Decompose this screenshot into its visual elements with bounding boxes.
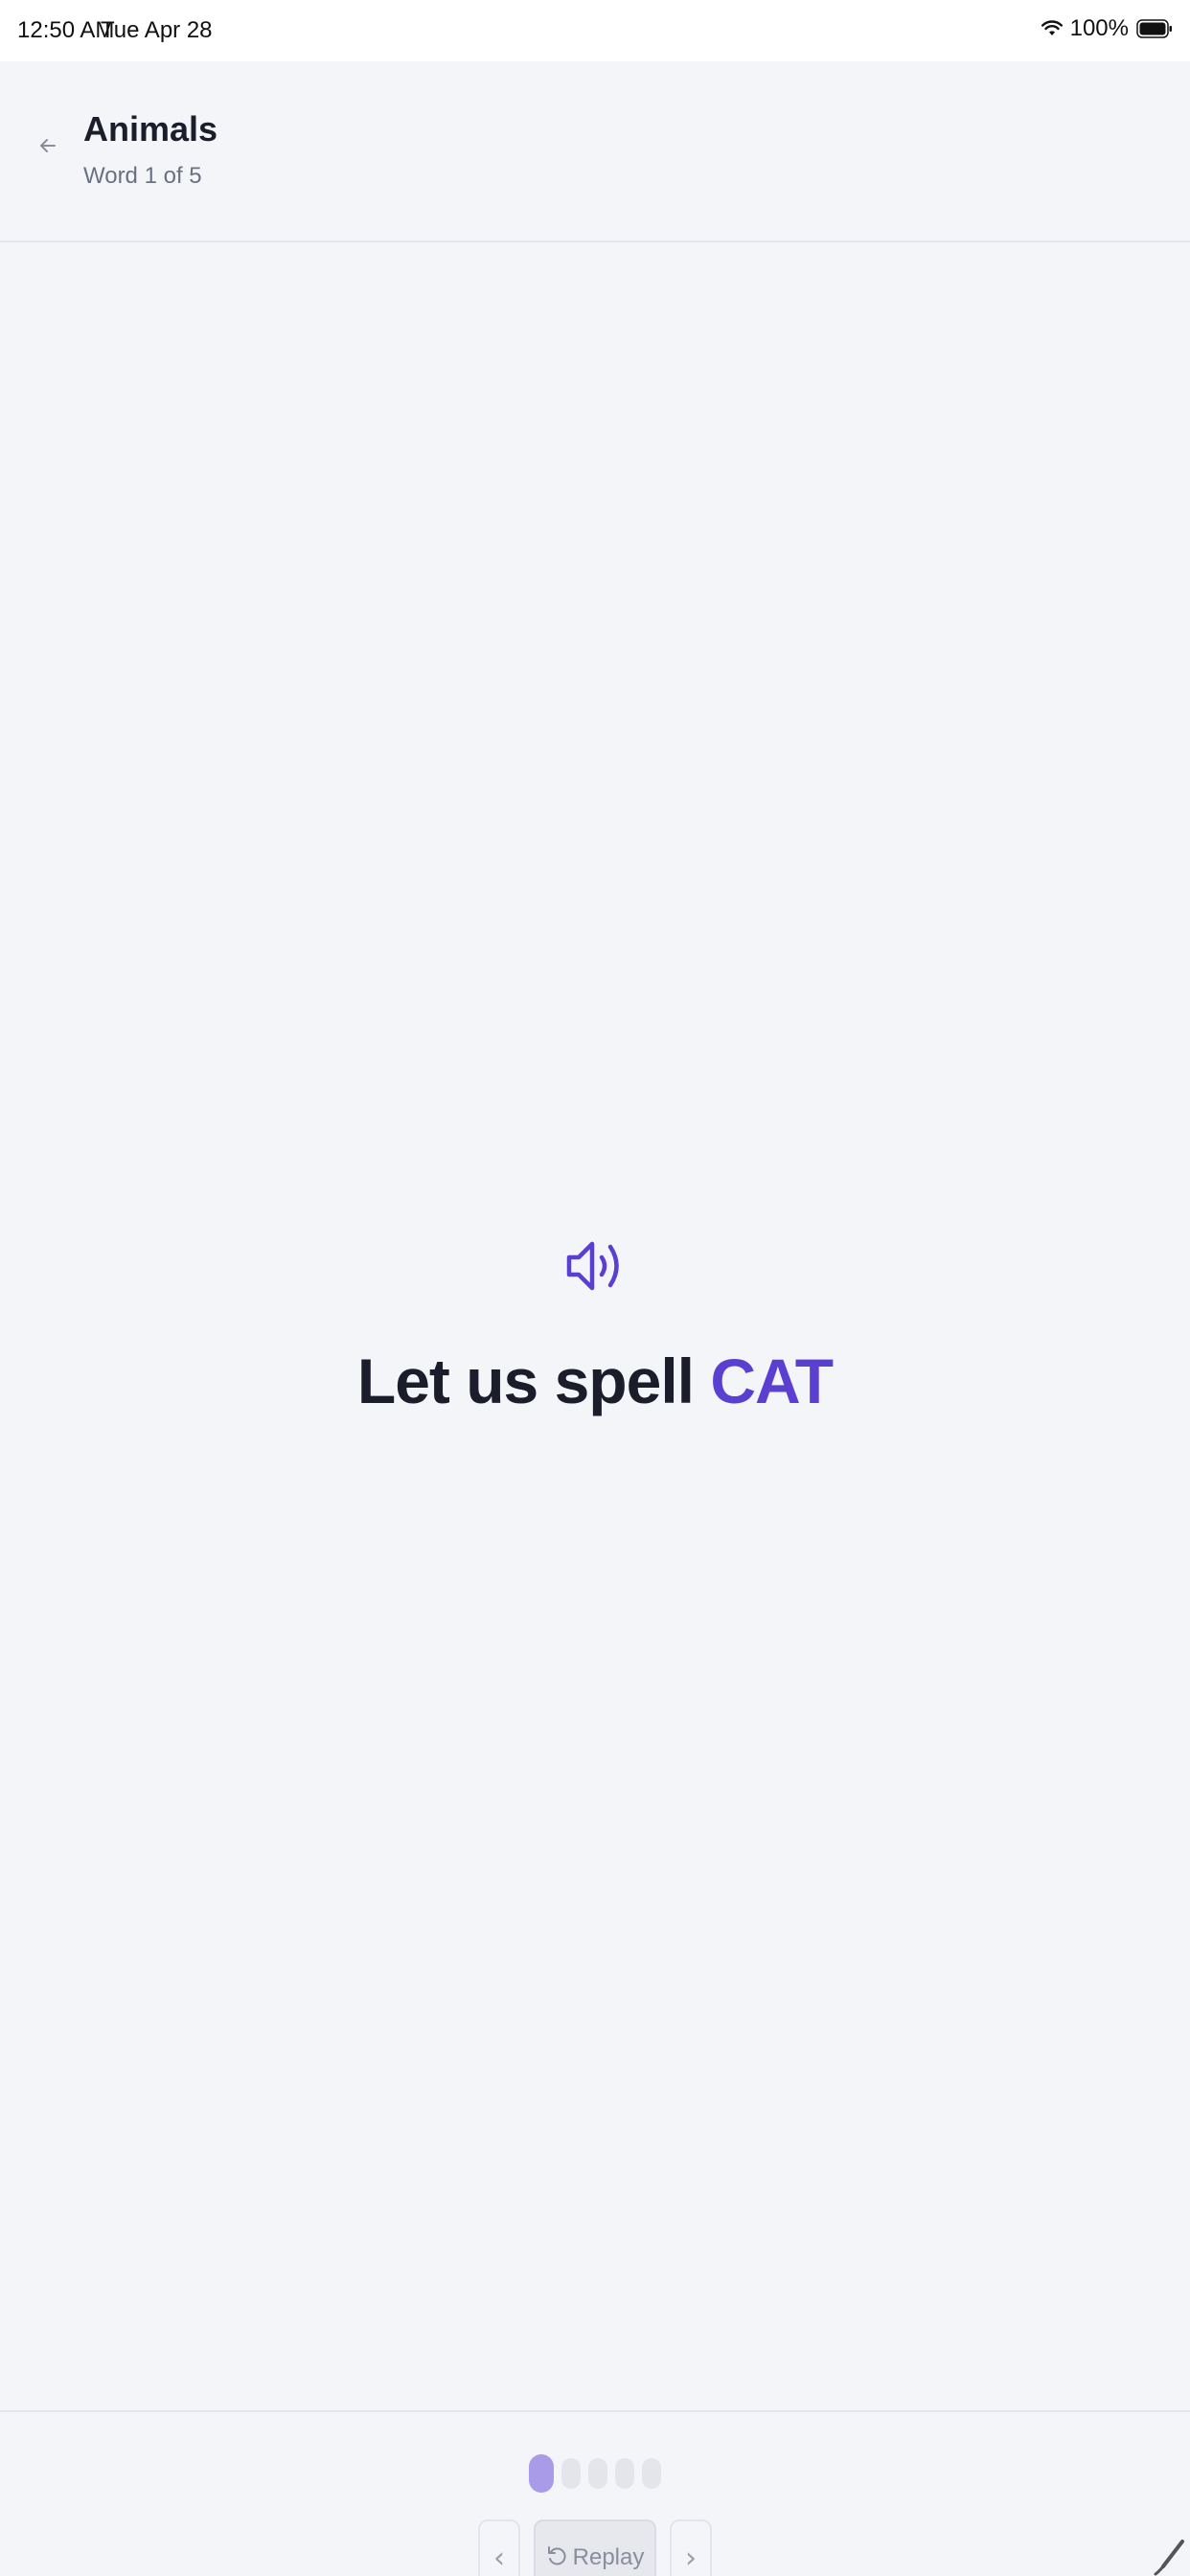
battery-icon [1136,19,1173,38]
progress-dot [588,2458,607,2489]
progress-dots [0,2454,1190,2493]
progress-dot [615,2458,634,2489]
progress-dot [529,2454,554,2493]
replay-label: Replay [572,2544,645,2570]
chevron-left-icon: ‹ [493,2541,505,2575]
footer: ‹ Replay › [0,2410,1190,2576]
wifi-icon [1041,20,1063,37]
progress-dot [561,2458,581,2489]
arrow-left-icon [38,136,57,160]
spelling-prompt: Let us spell CAT [0,1345,1190,1417]
status-right: 100% [1041,15,1173,42]
prompt-text: Let us spell [356,1346,711,1416]
replay-button[interactable]: Replay [534,2519,656,2576]
controls: ‹ Replay › [0,2519,1190,2576]
previous-button[interactable]: ‹ [478,2519,520,2576]
chevron-right-icon: › [685,2541,697,2575]
page-title: Animals [83,109,218,149]
replay-icon [546,2544,567,2574]
status-date: Tue Apr 28 [101,17,213,43]
target-word: CAT [710,1346,834,1416]
header: Animals Word 1 of 5 [0,61,1190,242]
battery-percent: 100% [1069,15,1129,41]
word-progress-label: Word 1 of 5 [83,163,202,189]
main-content: Let us spell CAT [0,242,1190,2410]
speaker-icon[interactable] [563,1234,627,1298]
status-bar: 12:50 AM Tue Apr 28 100% [0,0,1190,61]
progress-dot [642,2458,661,2489]
back-button[interactable] [29,128,67,167]
next-button[interactable]: › [670,2519,712,2576]
page: 12:50 AM Tue Apr 28 100% Animals Word 1 … [0,0,1190,2576]
pencil-icon[interactable] [1154,2538,1186,2576]
